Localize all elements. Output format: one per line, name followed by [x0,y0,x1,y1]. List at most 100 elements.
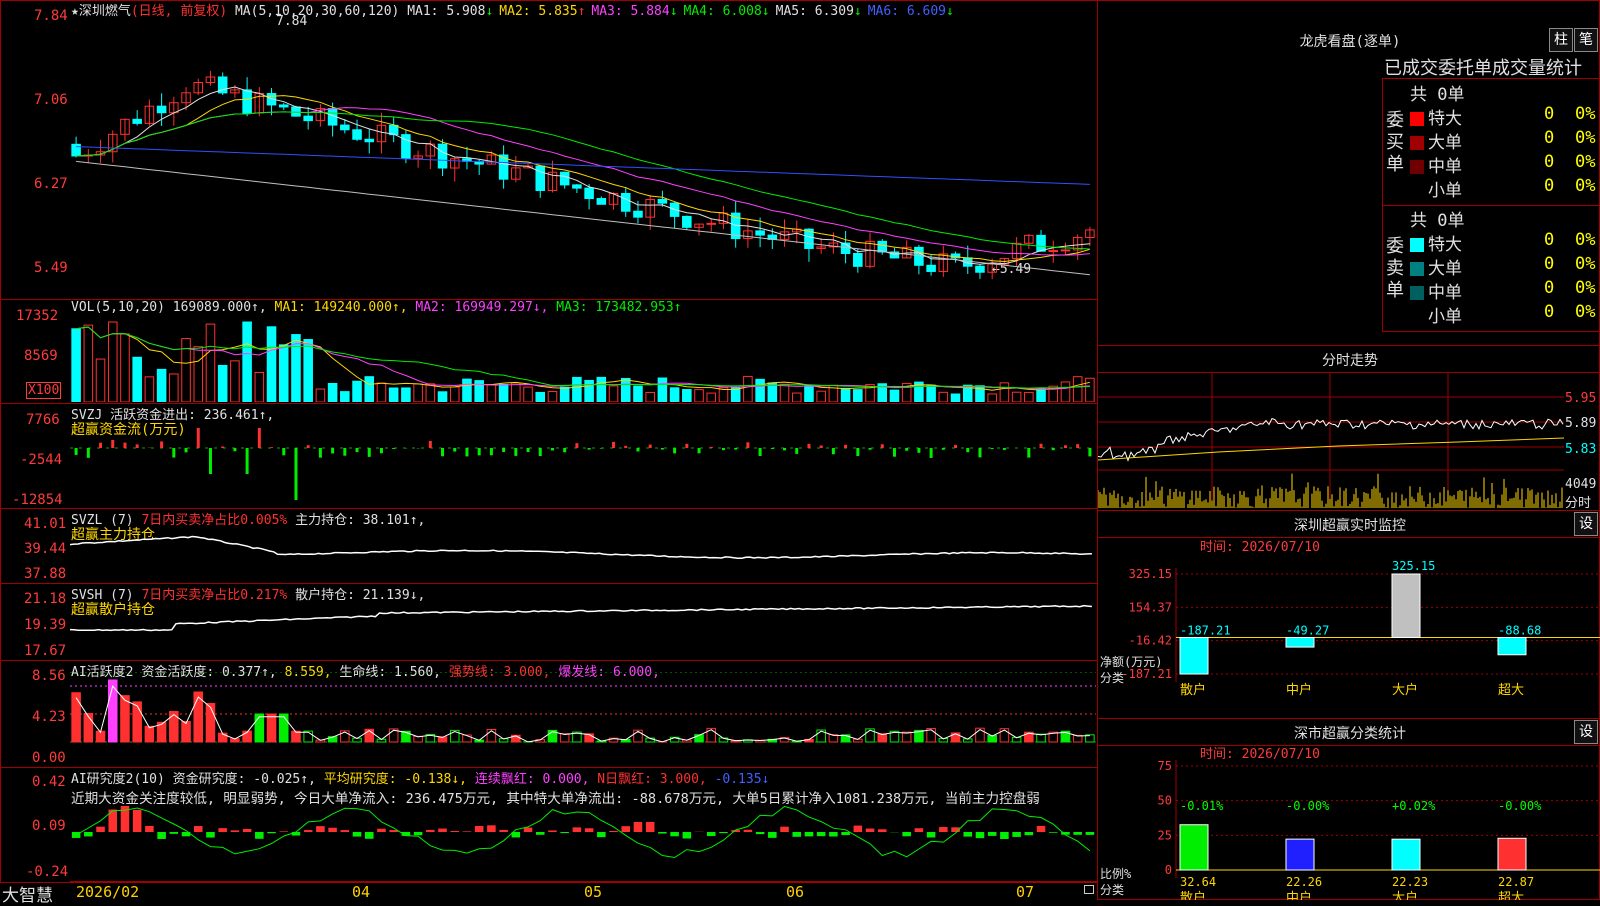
svzj-chart[interactable] [70,418,1096,506]
volume-bar [890,390,899,402]
buy-side-label: 委买单 [1386,110,1404,176]
kline-ytick-3: 5.49 [34,260,68,276]
svsh-chart[interactable] [70,598,1096,658]
category-bar [1498,838,1526,870]
volume-bar [389,388,398,402]
ai1-bar [72,693,81,742]
intraday-chart[interactable] [1098,372,1564,508]
svzj-bar [905,448,908,451]
buy-row: 大单00% [1410,128,1462,153]
intraday-price-0: 5.95 [1565,391,1596,406]
volume-bar [170,374,179,402]
lock-icon[interactable] [1084,885,1094,894]
svzl-chart[interactable] [70,524,1096,582]
svzj-bar [307,445,310,448]
buy-label: 特大 [1428,109,1462,129]
volume-bar [585,380,594,402]
ai2-bar [927,832,936,837]
svzj-bar [294,448,297,500]
svzj-bar [1052,448,1055,450]
candle [438,144,447,168]
volume-chart[interactable] [70,318,1096,402]
volume-ytick-1: 8569 [24,348,58,364]
volume-bar [548,391,557,402]
volume-bar [634,386,643,402]
ai2-bar [560,832,569,833]
ai2-bar [218,828,227,832]
kline-ytick-0: 7.84 [34,8,68,24]
ai-research-e: -0.135↓ [715,772,770,787]
svzj-bar [221,447,224,448]
svzj-bar [270,447,273,448]
svzj-bar [783,448,786,450]
ai2-bar [780,827,789,832]
intraday-title: 分时走势 [1280,350,1420,370]
svzj-bar [490,448,493,455]
sell-pct: 0% [1575,254,1595,274]
volume-bar [927,385,936,402]
ai2-bar [145,826,154,832]
svzj-bar [233,448,236,451]
ai2-bar [915,828,924,832]
bar-view-button[interactable]: 柱 [1549,28,1573,52]
ma3-line [76,108,1090,256]
category-bar [1392,839,1420,870]
volume-bar [1073,377,1082,402]
svzj-bar [392,448,395,449]
svzj-bar [111,440,114,448]
ai2-bar [988,832,997,836]
classify-settings-button[interactable]: 设 [1574,720,1598,744]
volume-unit: X100 [26,382,61,399]
svzj-bar [966,448,969,452]
svzj-ytick-1: -2544 [20,452,62,468]
classify-title: 深市超赢分类统计 [1270,723,1430,743]
ai-activity-chart[interactable] [70,672,1096,766]
y-tick-label: -187.21 [1121,667,1172,681]
sell-count: 0 [1544,302,1554,322]
candle [1061,250,1070,251]
svzj-bar [832,448,835,454]
tick-view-button[interactable]: 笔 [1574,28,1598,52]
svzj-bar [649,445,652,448]
svzj-bar [1076,444,1079,448]
candle [756,231,765,235]
stat-title: 已成交委托单成交量统计 [1384,54,1582,80]
monitor-settings-button[interactable]: 设 [1574,512,1598,536]
volume-bar [377,383,386,402]
volume-bar [402,388,411,402]
svzj-bar [258,428,261,448]
svzj-bar [1040,444,1043,448]
svzj-bar [636,448,639,451]
volume-bar [463,379,472,402]
volume-bar [328,383,337,402]
svzj-bar [478,448,481,455]
volume-bar [206,324,215,402]
ai-research-ytick-2: -0.24 [26,864,68,880]
buy-row: 中单00% [1410,152,1462,177]
svzj-bar [612,442,615,448]
value-label: 32.64 [1180,875,1216,889]
volume-bar [670,388,679,402]
kline-chart[interactable] [70,2,1096,298]
value-label: 22.23 [1392,875,1428,889]
sell-label: 中单 [1428,283,1462,303]
volume-bar [255,372,264,402]
intraday-avg-line [1098,438,1564,460]
y-tick-label: 75 [1158,759,1172,773]
svzj-bar [722,448,725,450]
svzj-bar [380,448,383,453]
monitor-chart[interactable]: 325.15154.37-16.42-187.21-187.21散户-49.27… [1098,552,1600,718]
svzj-bar [368,448,371,457]
ai2-bar [1025,832,1034,835]
svzj-bar [820,445,823,448]
ai2-bar [719,832,728,833]
svzj-bar [514,448,517,456]
value-label: -0.00% [1286,799,1330,813]
svzj-bar [1088,448,1091,456]
ai-research-chart[interactable] [70,790,1096,882]
classify-chart[interactable]: 7550250-0.01%32.64散户-0.00%22.26中户+0.02%2… [1098,758,1600,900]
ai2-bar [1049,832,1058,833]
monitor-title: 深圳超赢实时监控 [1270,515,1430,535]
ai1-bar [170,712,179,742]
ai-research-b: 平均研究度: -0.138↓, [324,772,467,787]
